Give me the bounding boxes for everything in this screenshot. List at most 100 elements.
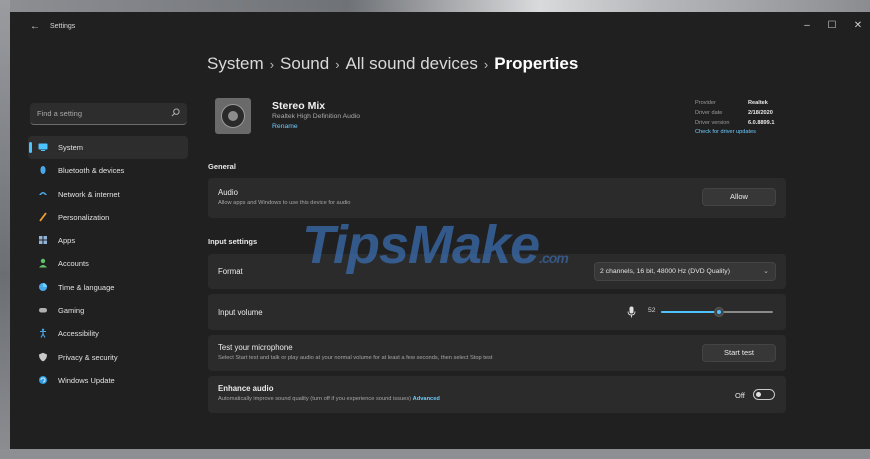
advanced-link[interactable]: Advanced [413, 396, 440, 402]
device-name: Stereo Mix [272, 100, 326, 112]
section-title-general: General [208, 162, 236, 171]
enhance-audio-card: Enhance audio Automatically improve soun… [208, 376, 786, 413]
sidebar-item-windows-update[interactable]: Windows Update [28, 369, 188, 392]
slider-thumb[interactable] [714, 307, 725, 317]
back-arrow-icon[interactable]: ← [30, 21, 40, 32]
sidebar-item-label: Windows Update [58, 375, 115, 385]
sidebar-item-label: Privacy & security [58, 352, 118, 362]
chevron-down-icon: ⌄ [763, 268, 769, 275]
bluetooth-icon [40, 166, 46, 175]
personalization-icon [39, 212, 47, 222]
search-input[interactable]: Find a setting [30, 103, 187, 125]
enhance-audio-description: Automatically improve sound quality (tur… [218, 396, 412, 402]
settings-window: ← Settings – ☐ ✕ Find a setting System B… [10, 12, 870, 449]
slider-fill [661, 311, 720, 313]
breadcrumb: System › Sound › All sound devices › Propertie… [207, 54, 578, 74]
breadcrumb-separator: › [483, 57, 489, 72]
section-title-input-settings: Input settings [208, 237, 258, 246]
sidebar-item-bluetooth-devices[interactable]: Bluetooth & devices [28, 159, 188, 182]
desktop-background-bottom [0, 449, 870, 459]
sidebar-item-label: Bluetooth & devices [58, 166, 125, 176]
active-indicator [29, 142, 32, 153]
sidebar-item-time-language[interactable]: Time & language [28, 276, 188, 299]
breadcrumb-all-sound-devices[interactable]: All sound devices [346, 54, 478, 73]
driver-info-labels: Provider Driver date Driver version [695, 98, 730, 128]
watermark-logo: TipsMake.com [302, 214, 569, 276]
system-icon [38, 143, 48, 151]
sidebar-item-system[interactable]: System [28, 136, 188, 160]
breadcrumb-separator: › [335, 57, 340, 72]
test-microphone-description: Select Start test and talk or play audio… [218, 355, 493, 361]
input-volume-label: Input volume [218, 308, 263, 317]
gaming-icon [39, 308, 47, 313]
title-bar: ← Settings – ☐ ✕ [10, 12, 870, 42]
enhance-toggle-label: Off [735, 391, 745, 400]
sidebar-item-label: Accounts [58, 259, 89, 269]
input-volume-value: 52 [648, 307, 656, 314]
desktop-background-top [0, 0, 870, 12]
sidebar-item-label: Network & internet [58, 189, 120, 199]
desktop-background-left [0, 0, 10, 459]
test-microphone-title: Test your microphone [218, 343, 293, 352]
page-title: Properties [494, 54, 579, 73]
sidebar-item-apps[interactable]: Apps [28, 229, 188, 252]
input-volume-slider[interactable] [661, 307, 773, 317]
driver-version-label: Driver version [695, 120, 730, 126]
microphone-icon[interactable] [627, 306, 636, 318]
sidebar-item-accounts[interactable]: Accounts [28, 252, 188, 275]
audio-card: Audio Allow apps and Windows to use this… [208, 178, 786, 218]
search-placeholder: Find a setting [37, 109, 83, 118]
enhance-audio-title: Enhance audio [218, 384, 274, 393]
sidebar-nav: System Bluetooth & devices Network & int… [28, 136, 188, 392]
sidebar-item-accessibility[interactable]: Accessibility [28, 322, 188, 345]
driver-date-value: 2/18/2020 [748, 110, 773, 116]
sidebar-item-label: Gaming [58, 306, 85, 316]
accessibility-icon [40, 328, 46, 339]
rename-link[interactable]: Rename [272, 123, 298, 130]
format-label: Format [218, 267, 243, 276]
driver-info-values: Realtek 2/18/2020 6.0.8899.1 [748, 98, 774, 128]
sidebar-item-personalization[interactable]: Personalization [28, 206, 188, 229]
audio-description: Allow apps and Windows to use this devic… [218, 200, 351, 206]
microphone-device-icon [215, 98, 251, 134]
minimize-button[interactable]: – [800, 20, 814, 31]
time-language-icon [39, 282, 47, 291]
toggle-knob [756, 392, 761, 397]
breadcrumb-separator: › [269, 57, 275, 72]
format-value: 2 channels, 16 bit, 48000 Hz (DVD Qualit… [600, 268, 730, 275]
close-button[interactable]: ✕ [851, 20, 865, 31]
sidebar-item-privacy-security[interactable]: Privacy & security [28, 346, 188, 369]
start-test-button[interactable]: Start test [702, 344, 776, 362]
sidebar-item-label: System [58, 143, 84, 152]
format-dropdown[interactable]: 2 channels, 16 bit, 48000 Hz (DVD Qualit… [594, 262, 776, 281]
windows-update-icon [39, 375, 47, 384]
driver-date-label: Driver date [695, 110, 723, 116]
enhance-audio-description-row: Automatically improve sound quality (tur… [218, 396, 440, 402]
device-subtitle: Realtek High Definition Audio [272, 113, 361, 120]
privacy-icon [39, 352, 47, 362]
sidebar-item-gaming[interactable]: Gaming [28, 299, 188, 322]
sidebar-item-label: Personalization [58, 212, 110, 222]
apps-icon [39, 236, 47, 245]
provider-label: Provider [695, 100, 716, 106]
driver-version-value: 6.0.8899.1 [748, 120, 775, 126]
watermark-suffix: .com [539, 250, 569, 266]
network-icon [39, 191, 47, 195]
watermark-text: TipsMake [302, 215, 540, 275]
audio-title: Audio [218, 188, 238, 197]
test-microphone-card: Test your microphone Select Start test a… [208, 335, 786, 371]
provider-value: Realtek [748, 100, 768, 106]
maximize-button[interactable]: ☐ [825, 20, 839, 31]
enhance-audio-toggle[interactable] [753, 389, 775, 400]
sidebar-item-label: Accessibility [58, 329, 99, 339]
breadcrumb-sound[interactable]: Sound [280, 54, 329, 73]
allow-button[interactable]: Allow [702, 188, 776, 206]
check-driver-updates-link[interactable]: Check for driver updates [695, 129, 756, 135]
breadcrumb-system[interactable]: System [207, 54, 264, 73]
sidebar-item-label: Apps [58, 236, 76, 246]
window-title: Settings [50, 23, 76, 30]
accounts-icon [39, 259, 47, 268]
sidebar-item-label: Time & language [58, 282, 115, 292]
sidebar-item-network-internet[interactable]: Network & internet [28, 183, 188, 206]
input-volume-card: Input volume 52 [208, 294, 786, 330]
